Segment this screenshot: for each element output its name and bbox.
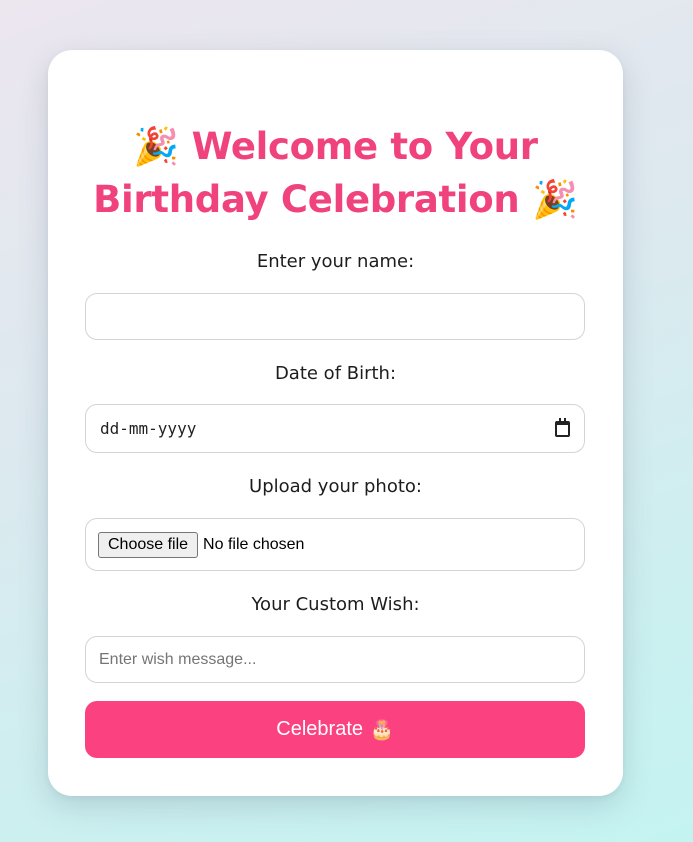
choose-file-button[interactable]: Choose file bbox=[98, 531, 199, 558]
party-popper-icon: 🎉 bbox=[532, 178, 578, 221]
party-popper-icon: 🎉 bbox=[133, 125, 180, 168]
photo-label: Upload your photo: bbox=[249, 476, 422, 497]
page-title: 🎉 Welcome to Your Birthday Celebration 🎉 bbox=[68, 120, 603, 226]
wish-field bbox=[85, 636, 585, 683]
wish-label: Your Custom Wish: bbox=[251, 594, 420, 615]
name-label: Enter your name: bbox=[256, 251, 415, 272]
celebrate-button-label: Celebrate bbox=[276, 718, 364, 740]
photo-upload-field: Choose file No file chosen bbox=[85, 518, 585, 571]
dob-label: Date of Birth: bbox=[274, 363, 397, 384]
wish-input[interactable] bbox=[99, 650, 571, 669]
birthday-cake-icon: 🎂 bbox=[370, 719, 394, 741]
celebrate-button[interactable]: Celebrate 🎂 bbox=[85, 701, 585, 758]
title-line-2: Birthday Celebration bbox=[93, 178, 520, 221]
celebration-card: 🎉 Welcome to Your Birthday Celebration 🎉… bbox=[48, 50, 623, 796]
calendar-icon[interactable] bbox=[555, 417, 570, 437]
title-line-1: Welcome to Your bbox=[191, 125, 538, 168]
date-placeholder: dd-mm-yyyy bbox=[100, 419, 197, 438]
file-status-text: No file chosen bbox=[203, 535, 305, 553]
name-input[interactable] bbox=[85, 293, 585, 340]
date-of-birth-input[interactable]: dd-mm-yyyy bbox=[85, 404, 585, 453]
